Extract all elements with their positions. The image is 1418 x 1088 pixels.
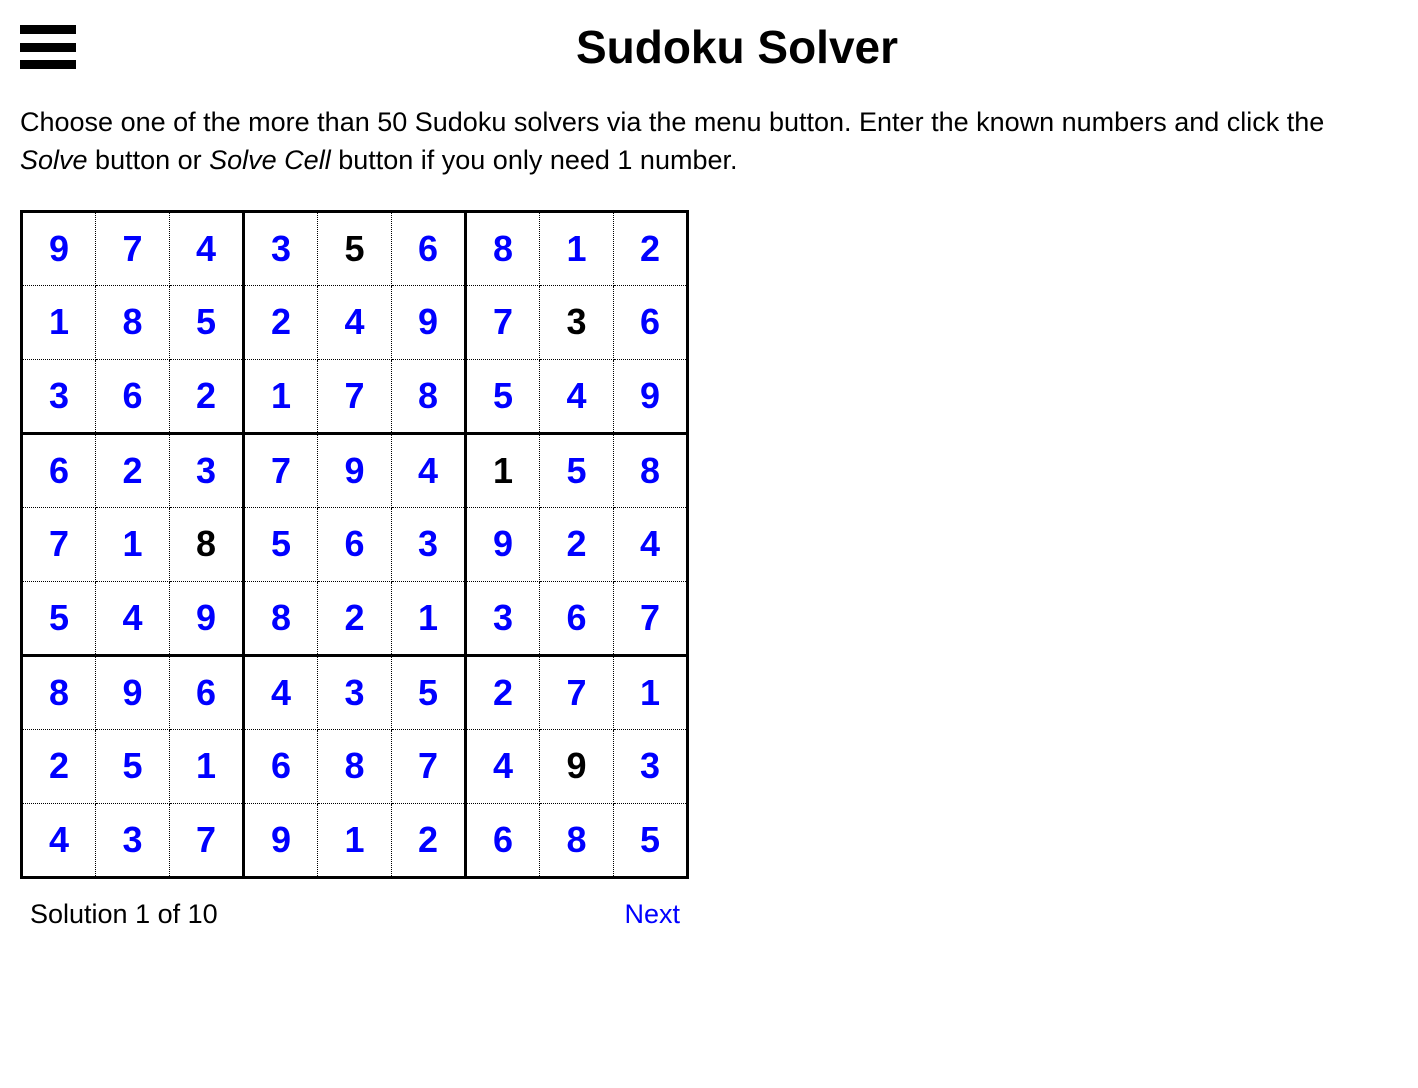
sudoku-cell[interactable]: 8	[170, 507, 244, 581]
sudoku-cell[interactable]: 3	[22, 359, 96, 433]
sudoku-cell[interactable]: 4	[614, 507, 688, 581]
sudoku-cell[interactable]: 2	[614, 211, 688, 285]
solution-counter: Solution 1 of 10	[30, 899, 218, 930]
sudoku-cell[interactable]: 6	[244, 729, 318, 803]
sudoku-cell[interactable]: 9	[466, 507, 540, 581]
sudoku-cell[interactable]: 5	[244, 507, 318, 581]
sudoku-cell[interactable]: 5	[22, 581, 96, 655]
sudoku-cell[interactable]: 4	[466, 729, 540, 803]
sudoku-cell[interactable]: 6	[614, 285, 688, 359]
sudoku-cell[interactable]: 4	[22, 803, 96, 877]
sudoku-cell[interactable]: 9	[392, 285, 466, 359]
sudoku-cell[interactable]: 8	[244, 581, 318, 655]
sudoku-cell[interactable]: 3	[244, 211, 318, 285]
sudoku-cell[interactable]: 9	[170, 581, 244, 655]
sudoku-cell[interactable]: 4	[392, 433, 466, 507]
sudoku-cell[interactable]: 1	[244, 359, 318, 433]
sudoku-cell[interactable]: 7	[392, 729, 466, 803]
sudoku-cell[interactable]: 3	[96, 803, 170, 877]
sudoku-cell[interactable]: 8	[318, 729, 392, 803]
sudoku-cell[interactable]: 5	[540, 433, 614, 507]
sudoku-cell[interactable]: 8	[614, 433, 688, 507]
sudoku-cell[interactable]: 2	[244, 285, 318, 359]
sudoku-cell[interactable]: 2	[540, 507, 614, 581]
instructions-text: Choose one of the more than 50 Sudoku so…	[20, 104, 1398, 180]
sudoku-cell[interactable]: 8	[392, 359, 466, 433]
sudoku-cell[interactable]: 9	[614, 359, 688, 433]
sudoku-grid: 9743568121852497363621785496237941587185…	[20, 210, 689, 879]
sudoku-cell[interactable]: 4	[96, 581, 170, 655]
sudoku-cell[interactable]: 6	[22, 433, 96, 507]
sudoku-cell[interactable]: 2	[170, 359, 244, 433]
sudoku-cell[interactable]: 9	[540, 729, 614, 803]
sudoku-cell[interactable]: 4	[540, 359, 614, 433]
sudoku-cell[interactable]: 3	[614, 729, 688, 803]
sudoku-cell[interactable]: 1	[466, 433, 540, 507]
sudoku-cell[interactable]: 3	[540, 285, 614, 359]
sudoku-cell[interactable]: 7	[540, 655, 614, 729]
sudoku-cell[interactable]: 9	[96, 655, 170, 729]
sudoku-cell[interactable]: 5	[170, 285, 244, 359]
sudoku-cell[interactable]: 6	[96, 359, 170, 433]
sudoku-cell[interactable]: 5	[318, 211, 392, 285]
page-title: Sudoku Solver	[76, 20, 1398, 74]
sudoku-cell[interactable]: 5	[614, 803, 688, 877]
sudoku-cell[interactable]: 6	[170, 655, 244, 729]
sudoku-cell[interactable]: 3	[318, 655, 392, 729]
sudoku-cell[interactable]: 4	[170, 211, 244, 285]
sudoku-cell[interactable]: 1	[318, 803, 392, 877]
sudoku-cell[interactable]: 4	[244, 655, 318, 729]
sudoku-cell[interactable]: 7	[244, 433, 318, 507]
sudoku-cell[interactable]: 8	[96, 285, 170, 359]
sudoku-cell[interactable]: 6	[318, 507, 392, 581]
sudoku-cell[interactable]: 8	[540, 803, 614, 877]
menu-icon[interactable]	[20, 25, 76, 69]
sudoku-cell[interactable]: 6	[540, 581, 614, 655]
sudoku-cell[interactable]: 1	[96, 507, 170, 581]
sudoku-cell[interactable]: 6	[466, 803, 540, 877]
sudoku-cell[interactable]: 1	[392, 581, 466, 655]
sudoku-cell[interactable]: 2	[392, 803, 466, 877]
sudoku-cell[interactable]: 1	[170, 729, 244, 803]
sudoku-cell[interactable]: 2	[22, 729, 96, 803]
sudoku-cell[interactable]: 7	[170, 803, 244, 877]
sudoku-container: 9743568121852497363621785496237941587185…	[20, 210, 690, 930]
sudoku-cell[interactable]: 8	[22, 655, 96, 729]
sudoku-cell[interactable]: 1	[540, 211, 614, 285]
sudoku-cell[interactable]: 2	[318, 581, 392, 655]
sudoku-cell[interactable]: 9	[318, 433, 392, 507]
sudoku-cell[interactable]: 9	[22, 211, 96, 285]
sudoku-cell[interactable]: 2	[466, 655, 540, 729]
sudoku-cell[interactable]: 3	[170, 433, 244, 507]
sudoku-cell[interactable]: 7	[466, 285, 540, 359]
sudoku-cell[interactable]: 3	[392, 507, 466, 581]
sudoku-cell[interactable]: 7	[318, 359, 392, 433]
sudoku-cell[interactable]: 1	[22, 285, 96, 359]
sudoku-cell[interactable]: 7	[22, 507, 96, 581]
sudoku-cell[interactable]: 9	[244, 803, 318, 877]
sudoku-cell[interactable]: 1	[614, 655, 688, 729]
sudoku-cell[interactable]: 4	[318, 285, 392, 359]
sudoku-cell[interactable]: 3	[466, 581, 540, 655]
sudoku-cell[interactable]: 5	[392, 655, 466, 729]
sudoku-cell[interactable]: 6	[392, 211, 466, 285]
next-link[interactable]: Next	[624, 899, 680, 930]
sudoku-cell[interactable]: 8	[466, 211, 540, 285]
sudoku-cell[interactable]: 5	[96, 729, 170, 803]
sudoku-cell[interactable]: 2	[96, 433, 170, 507]
sudoku-cell[interactable]: 5	[466, 359, 540, 433]
sudoku-cell[interactable]: 7	[96, 211, 170, 285]
sudoku-cell[interactable]: 7	[614, 581, 688, 655]
